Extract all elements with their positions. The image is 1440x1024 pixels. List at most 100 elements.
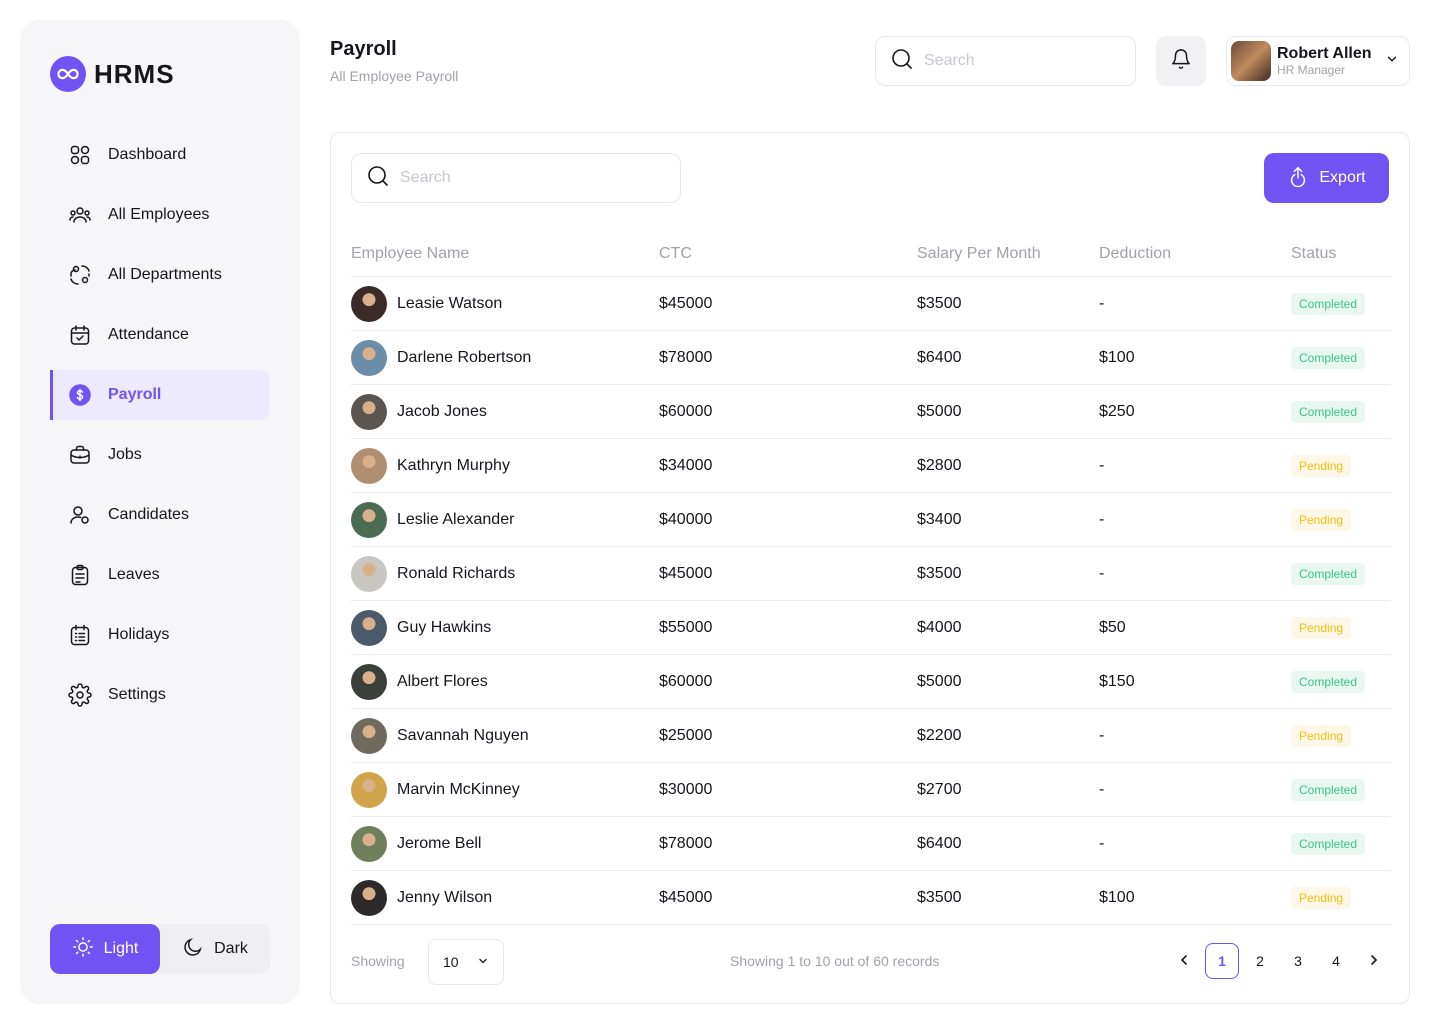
- pagination: 1234: [1167, 943, 1391, 979]
- status-badge: Pending: [1291, 509, 1352, 531]
- table-search: [351, 153, 681, 203]
- table-row[interactable]: Jerome Bell $78000 $6400 - Completed: [351, 817, 1391, 871]
- column-header-deduction[interactable]: Deduction: [1099, 245, 1171, 263]
- header-search-input[interactable]: [924, 52, 1104, 70]
- status-cell: Completed: [1291, 547, 1366, 601]
- logo[interactable]: HRMS: [50, 56, 175, 92]
- theme-dark-button[interactable]: Dark: [160, 924, 270, 974]
- users-icon: [68, 203, 92, 227]
- search-icon: [890, 47, 914, 76]
- sidebar-item-all-employees[interactable]: All Employees: [50, 190, 270, 240]
- employee-name: Jerome Bell: [397, 835, 482, 852]
- sidebar-item-dashboard[interactable]: Dashboard: [50, 130, 270, 180]
- sidebar-item-jobs[interactable]: Jobs: [50, 430, 270, 480]
- table-row[interactable]: Marvin McKinney $30000 $2700 - Completed: [351, 763, 1391, 817]
- deduction-cell: -: [1099, 835, 1105, 852]
- search-icon: [366, 164, 390, 193]
- chevron-left-icon: [1176, 952, 1192, 971]
- status-badge: Pending: [1291, 617, 1352, 639]
- chevron-right-icon: [1366, 952, 1382, 971]
- departments-icon: [68, 263, 92, 287]
- column-header-ctc[interactable]: CTC: [659, 245, 692, 263]
- employee-cell: Marvin McKinney: [351, 763, 520, 817]
- page-button-2[interactable]: 2: [1243, 943, 1277, 979]
- payroll-panel: Export Employee Name CTC Salary Per Mont…: [330, 132, 1410, 1004]
- sidebar-item-label: All Employees: [108, 206, 210, 223]
- user-menu[interactable]: Robert Allen HR Manager: [1226, 36, 1410, 86]
- avatar: [351, 556, 387, 592]
- status-cell: Pending: [1291, 709, 1352, 763]
- status-badge: Completed: [1291, 563, 1366, 585]
- deduction-cell: $100: [1099, 889, 1135, 906]
- deduction-cell: -: [1099, 511, 1105, 528]
- table-row[interactable]: Savannah Nguyen $25000 $2200 - Pending: [351, 709, 1391, 763]
- salary-cell: $3500: [917, 295, 962, 312]
- page-size-select[interactable]: 10: [428, 939, 504, 985]
- table-row[interactable]: Jenny Wilson $45000 $3500 $100 Pending: [351, 871, 1391, 925]
- table-row[interactable]: Guy Hawkins $55000 $4000 $50 Pending: [351, 601, 1391, 655]
- employee-name: Jenny Wilson: [397, 889, 493, 906]
- table-header: Employee Name CTC Salary Per Month Deduc…: [351, 235, 1391, 277]
- clipboard-icon: [68, 563, 92, 587]
- employee-name: Guy Hawkins: [397, 619, 492, 636]
- avatar: [351, 610, 387, 646]
- table-row[interactable]: Ronald Richards $45000 $3500 - Completed: [351, 547, 1391, 601]
- sidebar-item-candidates[interactable]: Candidates: [50, 490, 270, 540]
- table-row[interactable]: Leasie Watson $45000 $3500 - Completed: [351, 277, 1391, 331]
- salary-cell: $6400: [917, 835, 962, 852]
- deduction-cell: $150: [1099, 673, 1135, 690]
- avatar: [1231, 41, 1271, 81]
- theme-light-button[interactable]: Light: [50, 924, 160, 974]
- sidebar-item-payroll[interactable]: Payroll: [50, 370, 270, 420]
- sidebar-item-label: Leaves: [108, 566, 160, 583]
- notifications-button[interactable]: [1156, 36, 1206, 86]
- sidebar-item-leaves[interactable]: Leaves: [50, 550, 270, 600]
- employee-cell: Jenny Wilson: [351, 871, 492, 925]
- ctc-cell: $60000: [659, 403, 713, 420]
- header-search: [875, 36, 1136, 86]
- table-row[interactable]: Kathryn Murphy $34000 $2800 - Pending: [351, 439, 1391, 493]
- status-cell: Completed: [1291, 655, 1366, 709]
- sidebar-item-label: Payroll: [108, 386, 162, 403]
- sidebar-item-settings[interactable]: Settings: [50, 670, 270, 720]
- table-row[interactable]: Darlene Robertson $78000 $6400 $100 Comp…: [351, 331, 1391, 385]
- salary-cell: $3500: [917, 565, 962, 582]
- sidebar-item-all-departments[interactable]: All Departments: [50, 250, 270, 300]
- avatar: [351, 394, 387, 430]
- deduction-cell: -: [1099, 457, 1105, 474]
- sidebar-item-attendance[interactable]: Attendance: [50, 310, 270, 360]
- deduction-cell: $100: [1099, 349, 1135, 366]
- sidebar: HRMS Dashboard All Employees All Departmen…: [20, 20, 300, 1004]
- page-button-3[interactable]: 3: [1281, 943, 1315, 979]
- salary-cell: $3500: [917, 889, 962, 906]
- export-button[interactable]: Export: [1264, 153, 1389, 203]
- employee-cell: Ronald Richards: [351, 547, 515, 601]
- prev-page-button[interactable]: [1167, 943, 1201, 979]
- employee-cell: Jacob Jones: [351, 385, 487, 439]
- table-row[interactable]: Albert Flores $60000 $5000 $150 Complete…: [351, 655, 1391, 709]
- user-name: Robert Allen: [1277, 45, 1372, 62]
- status-badge: Pending: [1291, 725, 1352, 747]
- deduction-cell: -: [1099, 727, 1105, 744]
- page-button-1[interactable]: 1: [1205, 943, 1239, 979]
- user-role: HR Manager: [1277, 63, 1346, 77]
- table-search-input[interactable]: [400, 169, 580, 187]
- sun-icon: [72, 936, 94, 963]
- chevron-down-icon: [1385, 52, 1399, 71]
- column-header-employee-name[interactable]: Employee Name: [351, 245, 469, 263]
- column-header-salary[interactable]: Salary Per Month: [917, 245, 1041, 263]
- sidebar-item-holidays[interactable]: Holidays: [50, 610, 270, 660]
- column-header-status[interactable]: Status: [1291, 245, 1336, 263]
- page-button-4[interactable]: 4: [1319, 943, 1353, 979]
- sidebar-item-label: Holidays: [108, 626, 170, 643]
- theme-switch: Light Dark: [50, 924, 270, 974]
- sidebar-item-label: Settings: [108, 686, 166, 703]
- table-row[interactable]: Leslie Alexander $40000 $3400 - Pending: [351, 493, 1391, 547]
- export-label: Export: [1319, 169, 1366, 186]
- table-row[interactable]: Jacob Jones $60000 $5000 $250 Completed: [351, 385, 1391, 439]
- employee-cell: Kathryn Murphy: [351, 439, 510, 493]
- holiday-list-icon: [68, 623, 92, 647]
- deduction-cell: $50: [1099, 619, 1126, 636]
- next-page-button[interactable]: [1357, 943, 1391, 979]
- status-badge: Completed: [1291, 347, 1366, 369]
